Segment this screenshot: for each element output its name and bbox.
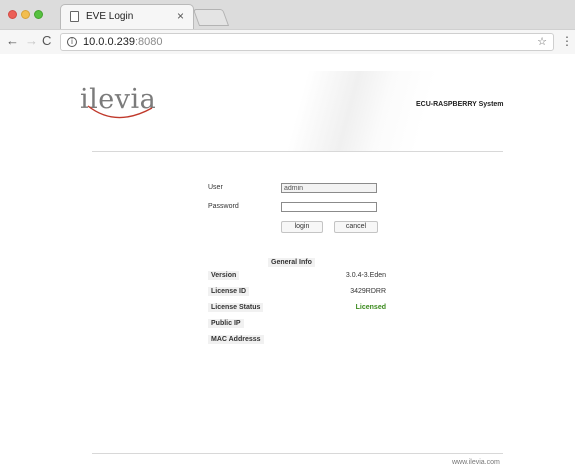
maximize-window-button[interactable] xyxy=(34,10,43,19)
footer-divider xyxy=(92,453,503,454)
info-key: License ID xyxy=(208,287,250,296)
browser-toolbar: ← → C i 10.0.0.239:8080 ☆ ⋮ xyxy=(0,29,575,54)
browser-chrome: EVE Login × ← → C i 10.0.0.239:8080 ☆ ⋮ xyxy=(0,0,575,54)
footer-website-link[interactable]: www.ilevia.com xyxy=(452,459,500,466)
info-key: Version xyxy=(208,271,240,280)
license-status-badge: Licensed xyxy=(355,304,386,311)
info-row-license-id: License ID 3429RDRR xyxy=(208,287,390,298)
new-tab-button[interactable] xyxy=(192,9,230,26)
info-row-license-status: License Status Licensed xyxy=(208,303,390,314)
close-tab-icon[interactable]: × xyxy=(177,9,184,23)
info-key: MAC Addresss xyxy=(208,335,264,344)
info-value: 3.0.4-3.Eden xyxy=(345,272,386,279)
logo-swoosh-icon xyxy=(87,105,153,119)
info-key: Public IP xyxy=(208,319,244,328)
info-value: 3429RDRR xyxy=(350,288,386,295)
system-title: ECU-RASPBERRY System xyxy=(416,101,504,108)
url-text[interactable]: 10.0.0.239:8080 xyxy=(83,36,163,48)
url-port: :8080 xyxy=(135,36,163,48)
user-label: User xyxy=(208,184,223,191)
login-button[interactable]: login xyxy=(281,221,323,233)
info-key: License Status xyxy=(208,303,264,312)
info-row-mac-address: MAC Addresss xyxy=(208,335,390,346)
address-bar[interactable]: i 10.0.0.239:8080 ☆ xyxy=(60,33,554,51)
info-row-public-ip: Public IP xyxy=(208,319,390,330)
close-window-button[interactable] xyxy=(8,10,17,19)
minimize-window-button[interactable] xyxy=(21,10,30,19)
info-icon[interactable]: i xyxy=(67,37,77,47)
cancel-button[interactable]: cancel xyxy=(334,221,378,233)
document-icon xyxy=(70,11,79,22)
menu-dots-icon[interactable]: ⋮ xyxy=(561,34,573,48)
arrow-left-icon[interactable]: ← xyxy=(6,33,19,49)
page-content: ilevia ECU-RASPBERRY System User Passwor… xyxy=(0,55,575,471)
general-info-title: General Info xyxy=(268,258,315,267)
tab-strip: EVE Login × xyxy=(0,0,575,29)
tab-title: EVE Login xyxy=(86,11,134,22)
tab-eve-login[interactable]: EVE Login × xyxy=(60,4,194,29)
ilevia-logo: ilevia xyxy=(80,84,160,134)
reload-icon[interactable]: C xyxy=(42,33,51,49)
user-input[interactable] xyxy=(281,183,377,193)
url-host: 10.0.0.239 xyxy=(83,36,135,48)
password-input[interactable] xyxy=(281,202,377,212)
star-icon[interactable]: ☆ xyxy=(537,35,547,48)
header-divider xyxy=(92,151,503,152)
password-label: Password xyxy=(208,203,239,210)
info-row-version: Version 3.0.4-3.Eden xyxy=(208,271,390,282)
arrow-right-icon[interactable]: → xyxy=(25,33,38,49)
